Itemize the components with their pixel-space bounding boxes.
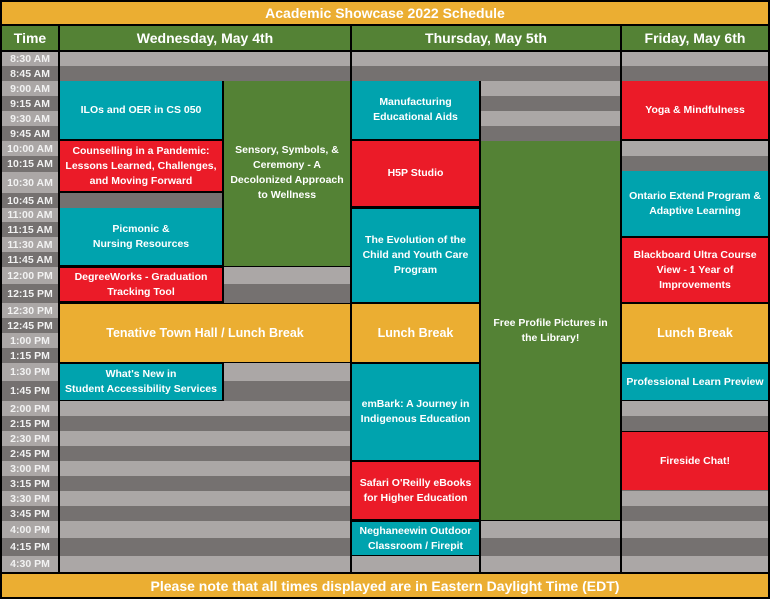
empty-slot bbox=[622, 506, 768, 521]
event-blackboard-ultra[interactable]: Blackboard Ultra Course View - 1 Year of… bbox=[622, 238, 768, 302]
time-label: 8:45 AM bbox=[2, 66, 58, 81]
time-label: 10:30 AM bbox=[2, 172, 58, 193]
empty-slot bbox=[481, 96, 620, 111]
empty-slot bbox=[60, 66, 350, 81]
time-label: 11:00 AM bbox=[2, 208, 58, 222]
time-label: 12:45 PM bbox=[2, 318, 58, 333]
header-friday: Friday, May 6th bbox=[622, 26, 768, 50]
empty-slot bbox=[352, 52, 620, 66]
empty-slot bbox=[60, 491, 350, 506]
time-label: 3:45 PM bbox=[2, 506, 58, 521]
time-label: 4:30 PM bbox=[2, 556, 58, 572]
empty-slot bbox=[622, 156, 768, 172]
empty-slot bbox=[622, 538, 768, 556]
event-degreeworks[interactable]: DegreeWorks - Graduation Tracking Tool bbox=[60, 268, 222, 301]
empty-slot bbox=[622, 521, 768, 538]
event-profile-pictures[interactable]: Free Profile Pictures in the Library! bbox=[481, 141, 620, 520]
empty-slot bbox=[481, 81, 620, 96]
time-label: 11:45 AM bbox=[2, 252, 58, 267]
empty-slot bbox=[60, 476, 350, 491]
empty-slot bbox=[60, 193, 222, 208]
event-town-hall[interactable]: Tenative Town Hall / Lunch Break bbox=[60, 304, 350, 362]
time-label: 9:45 AM bbox=[2, 126, 58, 141]
time-label: 2:00 PM bbox=[2, 401, 58, 416]
header-wednesday: Wednesday, May 4th bbox=[60, 26, 350, 50]
empty-slot bbox=[622, 556, 768, 572]
event-picmonic[interactable]: Picmonic & Nursing Resources bbox=[60, 208, 222, 265]
event-fri-lunch[interactable]: Lunch Break bbox=[622, 304, 768, 362]
empty-slot bbox=[481, 521, 620, 538]
empty-slot bbox=[60, 556, 350, 572]
empty-slot bbox=[224, 284, 350, 303]
time-label: 11:30 AM bbox=[2, 237, 58, 252]
empty-slot bbox=[60, 446, 350, 461]
event-ilos-oer[interactable]: ILOs and OER in CS 050 bbox=[60, 81, 222, 139]
empty-slot bbox=[481, 111, 620, 126]
time-label: 2:30 PM bbox=[2, 431, 58, 446]
time-label: 3:30 PM bbox=[2, 491, 58, 506]
time-label: 4:15 PM bbox=[2, 538, 58, 556]
empty-slot bbox=[60, 461, 350, 476]
event-whats-new-sas[interactable]: What's New in Student Accessibility Serv… bbox=[60, 364, 222, 400]
header-time: Time bbox=[2, 26, 58, 50]
time-label: 1:45 PM bbox=[2, 381, 58, 401]
event-safari-oreilly[interactable]: Safari O'Reilly eBooks for Higher Educat… bbox=[352, 462, 479, 519]
timezone-note: Please note that all times displayed are… bbox=[2, 574, 768, 597]
time-label: 8:30 AM bbox=[2, 52, 58, 66]
empty-slot bbox=[622, 141, 768, 156]
time-label: 12:30 PM bbox=[2, 303, 58, 318]
event-yoga-mindfulness[interactable]: Yoga & Mindfulness bbox=[622, 81, 768, 139]
time-label: 9:00 AM bbox=[2, 81, 58, 96]
event-counselling-pandemic[interactable]: Counselling in a Pandemic: Lessons Learn… bbox=[60, 141, 222, 191]
time-label: 9:30 AM bbox=[2, 111, 58, 126]
empty-slot bbox=[481, 126, 620, 141]
empty-slot bbox=[481, 556, 620, 572]
event-child-youth-care[interactable]: The Evolution of the Child and Youth Car… bbox=[352, 209, 479, 302]
empty-slot bbox=[60, 538, 350, 556]
time-label: 12:15 PM bbox=[2, 284, 58, 303]
empty-slot bbox=[60, 521, 350, 538]
empty-slot bbox=[60, 52, 350, 66]
time-label: 11:15 AM bbox=[2, 222, 58, 237]
time-label: 10:00 AM bbox=[2, 141, 58, 156]
time-label: 1:00 PM bbox=[2, 333, 58, 348]
empty-slot bbox=[622, 491, 768, 506]
empty-slot bbox=[622, 416, 768, 431]
schedule-title: Academic Showcase 2022 Schedule bbox=[2, 2, 768, 24]
time-label: 2:15 PM bbox=[2, 416, 58, 431]
event-neghaneewin[interactable]: Neghaneewin Outdoor Classroom / Firepit bbox=[352, 522, 479, 555]
empty-slot bbox=[622, 66, 768, 81]
event-thu-lunch[interactable]: Lunch Break bbox=[352, 304, 479, 362]
time-label: 2:45 PM bbox=[2, 446, 58, 461]
empty-slot bbox=[481, 538, 620, 556]
event-manufacturing-aids[interactable]: Manufacturing Educational Aids bbox=[352, 81, 479, 139]
time-label: 1:30 PM bbox=[2, 363, 58, 381]
header-thursday: Thursday, May 5th bbox=[352, 26, 620, 50]
event-professional-learn[interactable]: Professional Learn Preview bbox=[622, 364, 768, 400]
empty-slot bbox=[224, 363, 350, 381]
time-label: 3:00 PM bbox=[2, 461, 58, 476]
empty-slot bbox=[60, 431, 350, 446]
time-label: 10:15 AM bbox=[2, 156, 58, 172]
empty-slot bbox=[60, 506, 350, 521]
event-ontario-extend[interactable]: Ontario Extend Program & Adaptive Learni… bbox=[622, 171, 768, 236]
event-sensory-symbols[interactable]: Sensory, Symbols, & Ceremony - A Decolon… bbox=[224, 81, 350, 266]
empty-slot bbox=[224, 267, 350, 284]
time-label: 9:15 AM bbox=[2, 96, 58, 111]
empty-slot bbox=[352, 66, 620, 81]
event-fireside-chat[interactable]: Fireside Chat! bbox=[622, 432, 768, 490]
time-label: 3:15 PM bbox=[2, 476, 58, 491]
empty-slot bbox=[60, 416, 350, 431]
time-label: 4:00 PM bbox=[2, 521, 58, 538]
empty-slot bbox=[622, 401, 768, 416]
event-embark[interactable]: emBark: A Journey in Indigenous Educatio… bbox=[352, 364, 479, 460]
time-label: 12:00 PM bbox=[2, 267, 58, 284]
empty-slot bbox=[352, 556, 479, 572]
empty-slot bbox=[224, 381, 350, 401]
empty-slot bbox=[622, 52, 768, 66]
time-label: 10:45 AM bbox=[2, 193, 58, 208]
time-label: 1:15 PM bbox=[2, 348, 58, 363]
event-h5p-studio[interactable]: H5P Studio bbox=[352, 141, 479, 206]
empty-slot bbox=[60, 401, 350, 416]
